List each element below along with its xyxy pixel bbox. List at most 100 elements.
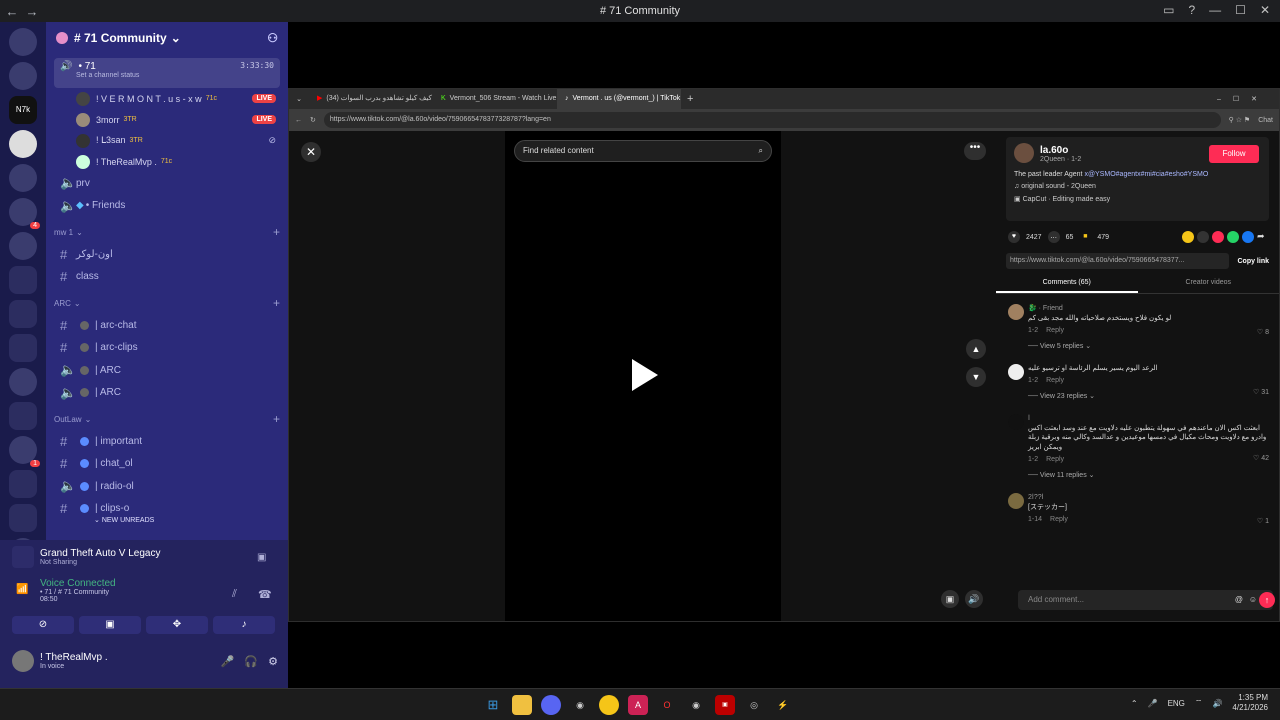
more-options-icon[interactable]: ••• (964, 142, 986, 160)
disconnect-icon[interactable]: ☎ (258, 588, 272, 601)
reply-link[interactable]: Reply (1050, 516, 1068, 523)
capcut-line[interactable]: ▣ CapCut · Editing made easy (1014, 195, 1261, 203)
text-channel[interactable]: # اون-لوكر (54, 243, 280, 266)
reply-link[interactable]: Reply (1046, 377, 1064, 384)
reply-link[interactable]: Reply (1046, 456, 1064, 463)
extensions-icon[interactable]: ⚲ ☆ ⚑ (1229, 116, 1251, 124)
current-user[interactable]: ! TheRealMvp . In voice 🎤 🎧 ⚙ (12, 650, 278, 672)
add-comment-input[interactable]: Add comment... @ ☺ ↑ (1018, 590, 1275, 610)
server-icon[interactable] (9, 368, 37, 396)
facebook-icon[interactable] (1242, 231, 1254, 243)
pip-icon[interactable]: ▣ (941, 590, 959, 608)
tab-comments[interactable]: Comments (65) (996, 279, 1138, 293)
server-folder-icon[interactable] (9, 504, 37, 532)
app-icon[interactable]: ▣ (715, 695, 735, 715)
bookmark-icon[interactable]: ■ (1079, 231, 1091, 243)
voice-channel-active[interactable]: 🔊 • 71 3:33:30 Set a channel status (54, 58, 280, 88)
new-unreads-pill[interactable]: ⌄ NEW UNREADS (88, 514, 161, 526)
text-channel[interactable]: # class (54, 266, 280, 289)
search-input[interactable]: Find related content ⌕ (514, 140, 772, 162)
server-icon[interactable]: 4 (9, 198, 40, 229)
headphones-icon[interactable]: 🎧 (244, 655, 258, 668)
voice-channel[interactable]: 🔈 | ARC (54, 359, 280, 382)
description-tags[interactable]: x@YSMO#agentx#mi#cia#esho#YSMO (1084, 171, 1208, 178)
voice-member[interactable]: ! TheRealMvp . 71c (76, 151, 288, 172)
window-controls[interactable]: –☐✕ (1217, 95, 1269, 103)
whatsapp-icon[interactable] (1227, 231, 1239, 243)
server-icon[interactable] (9, 28, 37, 56)
tab-creator-videos[interactable]: Creator videos (1138, 279, 1280, 293)
text-channel[interactable]: # | important (54, 430, 280, 453)
view-replies[interactable]: ── View 23 replies ⌄ (1028, 392, 1269, 400)
signal-icon[interactable]: 📶 (16, 584, 28, 595)
voice-member[interactable]: ! V E R M O N T . u s - x w 71c LIVE (76, 88, 288, 109)
comment-icon[interactable]: … (1047, 231, 1060, 243)
category-arc[interactable]: ARC ⌄ + (54, 292, 280, 314)
voice-channel-prv[interactable]: 🔈 prv (54, 172, 280, 195)
url-input[interactable]: https://www.tiktok.com/@la.60o/video/759… (323, 112, 1221, 128)
text-channel[interactable]: # | arc-clips (54, 337, 280, 360)
back-arrow-icon[interactable]: ← (295, 117, 302, 124)
tab-menu-icon[interactable]: ⌄ (289, 95, 309, 103)
add-member-icon[interactable]: ⚇ (267, 31, 278, 45)
camera-off-button[interactable]: ⊘ (12, 616, 74, 634)
avatar[interactable] (1008, 492, 1024, 509)
wifi-icon[interactable]: ⌔ (1195, 698, 1203, 708)
tab-youtube[interactable]: ▶ (34) كيف كيلو تشاهدو بدرب السوات × (309, 89, 433, 109)
chat-button[interactable]: Chat (1258, 117, 1273, 124)
comment-likes[interactable]: ♡ 42 (1253, 454, 1269, 462)
reply-link[interactable]: Reply (1046, 327, 1064, 334)
add-channel-icon[interactable]: + (273, 412, 280, 426)
app-icon[interactable]: ◎ (744, 695, 764, 715)
refresh-icon[interactable]: ↻ (310, 116, 316, 124)
search-icon[interactable]: ⌕ (759, 141, 763, 161)
embed-icon[interactable] (1197, 231, 1209, 243)
screen-share-button[interactable]: ▣ (79, 616, 141, 634)
emoji-icon[interactable]: ☺ (1249, 590, 1257, 610)
voice-channel-friends[interactable]: 🔈 ◆ • Friends (54, 195, 280, 218)
server-folder-icon[interactable] (9, 266, 37, 294)
server-folder-icon[interactable] (9, 334, 37, 362)
server-folder-icon[interactable] (9, 300, 37, 328)
chevron-up-icon[interactable]: ▲ (966, 339, 986, 359)
app-icon[interactable]: ⚡ (773, 695, 793, 715)
avatar[interactable] (1008, 363, 1024, 380)
help-icon[interactable]: ? (1188, 3, 1195, 17)
comment-likes[interactable]: ♡ 8 (1257, 328, 1269, 336)
server-icon[interactable]: N7k (9, 96, 37, 124)
microphone-icon[interactable]: 🎤 (1148, 699, 1158, 708)
settings-gear-icon[interactable]: ⚙ (268, 655, 278, 668)
opera-icon[interactable]: O (657, 695, 677, 715)
noise-suppression-icon[interactable]: ⫽ (232, 588, 237, 601)
add-channel-icon[interactable]: + (273, 296, 280, 310)
comment-likes[interactable]: ♡ 31 (1253, 388, 1269, 396)
activities-button[interactable]: ✥ (146, 616, 208, 634)
comment-user[interactable]: ا (1028, 414, 1269, 422)
server-icon[interactable] (9, 232, 37, 260)
server-icon[interactable]: 1 (9, 436, 40, 467)
discord-icon[interactable] (541, 695, 561, 715)
voice-member[interactable]: ! ᒪ3san 3TR ⊘ (76, 130, 288, 151)
text-channel[interactable]: # | chat_ol (54, 453, 280, 476)
view-replies[interactable]: ── View 11 replies ⌄ (1028, 471, 1269, 479)
comment-likes[interactable]: ♡ 1 (1257, 517, 1269, 525)
category-mw1[interactable]: mw 1 ⌄ + (54, 221, 280, 243)
file-explorer-icon[interactable] (512, 695, 532, 715)
app-icon[interactable]: A (628, 695, 648, 715)
chevron-up-icon[interactable]: ⌃ (1131, 699, 1138, 708)
volume-icon[interactable]: 🔊 (965, 590, 983, 608)
microphone-icon[interactable]: 🎤 (221, 655, 235, 668)
close-icon[interactable]: ✕ (301, 142, 321, 162)
send-icon[interactable] (1212, 231, 1224, 243)
mention-icon[interactable]: @ (1235, 590, 1243, 610)
close-button[interactable]: ✕ (1260, 3, 1270, 17)
category-outlaw[interactable]: OutLaw ⌄ + (54, 408, 280, 430)
server-header[interactable]: # 71 Community ⌄ ⚇ (46, 22, 288, 54)
server-icon[interactable] (9, 62, 37, 90)
chevron-down-icon[interactable]: ▼ (966, 367, 986, 387)
soundboard-button[interactable]: ♪ (213, 616, 275, 634)
voice-connected-label[interactable]: Voice Connected (40, 578, 116, 589)
avatar[interactable] (1008, 413, 1024, 430)
view-replies[interactable]: ── View 5 replies ⌄ (1028, 342, 1269, 350)
share-arrow-icon[interactable]: ➦ (1257, 231, 1269, 243)
